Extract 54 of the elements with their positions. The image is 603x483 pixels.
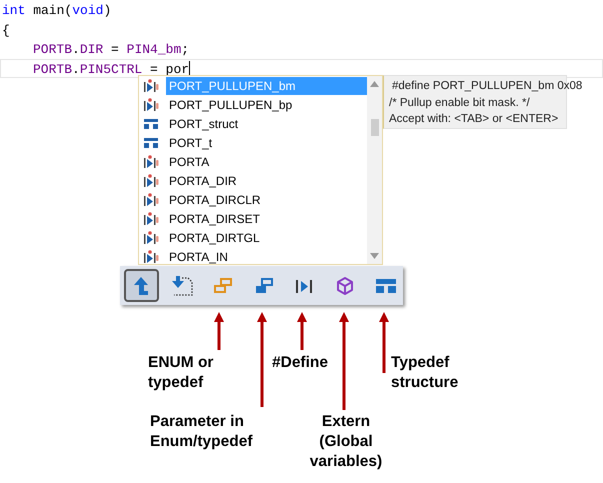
- define-icon: [143, 98, 159, 112]
- annotation-arrow: [379, 312, 389, 373]
- completion-label: PORT_PULLUPEN_bp: [168, 96, 294, 114]
- annotation-label: Typedef structure: [391, 353, 460, 393]
- struct-icon: [374, 276, 397, 294]
- struct-icon: [143, 136, 159, 150]
- completion-label: PORT_t: [168, 134, 214, 152]
- completion-item[interactable]: PORTA_DIR: [139, 171, 367, 190]
- scroll-thumb[interactable]: [370, 119, 378, 136]
- completion-label: PORTA: [168, 154, 210, 170]
- arrow-down-icon: [170, 274, 194, 296]
- completion-item[interactable]: PORT_PULLUPEN_bp: [139, 95, 367, 114]
- boxes-icon: [212, 276, 233, 294]
- filter-button[interactable]: [124, 269, 159, 302]
- completion-label: PORTA_DIR: [168, 172, 238, 190]
- completion-item[interactable]: PORT_struct: [139, 114, 367, 133]
- tooltip-text: #define PORT_PULLUPEN_bm 0x08: [392, 80, 582, 92]
- completion-item[interactable]: PORTA: [139, 152, 367, 171]
- code-line: {: [1, 22, 11, 39]
- struct-icon: [143, 116, 159, 130]
- define-icon: [143, 154, 159, 168]
- completion-item[interactable]: PORTA_IN: [139, 247, 367, 266]
- boxes-icon: [254, 276, 274, 294]
- annotation-label: ENUM or typedef: [148, 353, 214, 393]
- annotation-label: #Define: [272, 353, 329, 373]
- completion-label: PORTA_DIRCLR: [168, 192, 262, 208]
- completion-label: PORTA_IN: [168, 248, 229, 266]
- completion-item[interactable]: PORTA_DIRCLR: [139, 190, 367, 209]
- define-icon: [143, 192, 159, 206]
- code-line: int main(void): [1, 2, 112, 20]
- cube-icon: [336, 276, 354, 296]
- define-icon: [294, 278, 314, 294]
- scrollbar[interactable]: [367, 76, 382, 264]
- tooltip-text: /* Pullup enable bit mask. */: [389, 96, 530, 109]
- define-icon: [143, 78, 159, 92]
- completion-label: PORTA_DIRTGL: [168, 230, 261, 246]
- tooltip-text: Accept with: <TAB> or <ENTER>: [389, 113, 558, 126]
- annotation-label: Parameter in Enum/typedef: [150, 412, 254, 452]
- define-icon: [143, 174, 159, 188]
- scroll-down-icon[interactable]: [370, 253, 379, 259]
- completion-item[interactable]: PORT_t: [139, 133, 367, 152]
- define-icon: [143, 212, 159, 226]
- completion-label: PORTA_DIRSET: [168, 210, 261, 228]
- completion-label: PORT_PULLUPEN_bm: [166, 76, 367, 94]
- scroll-up-icon[interactable]: [370, 81, 379, 87]
- annotation-arrow: [297, 312, 307, 350]
- annotation-arrow: [214, 312, 224, 350]
- define-icon: [143, 230, 159, 244]
- define-icon: [143, 250, 159, 264]
- completion-item[interactable]: PORTA_DIRSET: [139, 209, 367, 228]
- code-line: PORTB.DIR = PIN4_bm;: [32, 41, 190, 58]
- completion-item[interactable]: PORTA_DIRTGL: [139, 228, 367, 247]
- annotation-label: Extern (Global variables): [308, 412, 384, 472]
- completion-label: PORT_struct: [168, 116, 240, 132]
